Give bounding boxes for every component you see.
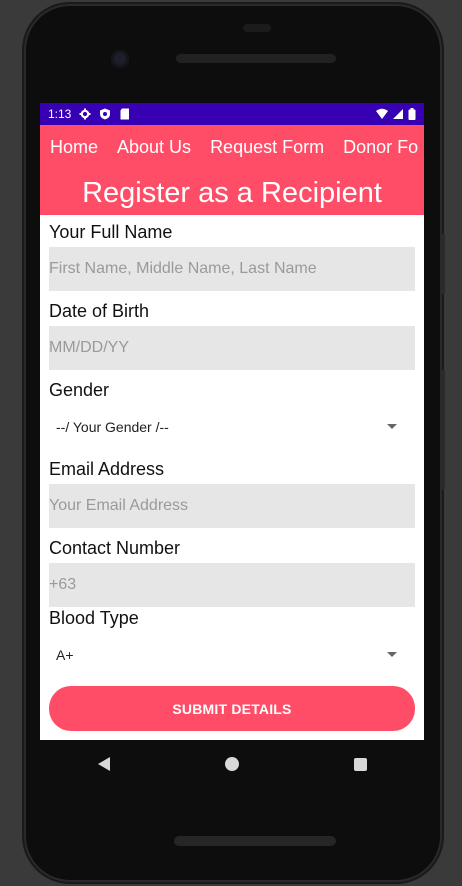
dropdown-arrow-icon [387, 424, 397, 429]
status-time: 1:13 [48, 107, 72, 121]
dob-field[interactable]: MM/DD/YY [49, 326, 415, 370]
settings-icon [79, 108, 91, 120]
blood-type-label: Blood Type [49, 608, 139, 628]
submit-button[interactable]: SUBMIT DETAILS [49, 686, 415, 731]
volume-button [441, 234, 445, 294]
blood-type-value: A+ [56, 647, 74, 663]
home-icon[interactable] [224, 757, 239, 771]
shield-icon [99, 108, 111, 120]
signal-icon [392, 108, 404, 120]
full-name-placeholder: First Name, Middle Name, Last Name [49, 260, 317, 277]
email-label: Email Address [49, 459, 165, 479]
back-icon[interactable] [97, 757, 110, 771]
status-bar: 1:13 [40, 103, 424, 125]
battery-icon [408, 108, 416, 120]
page-title: Register as a Recipient [82, 177, 382, 209]
front-camera [111, 50, 129, 68]
recipient-form: Your Full Name First Name, Middle Name, … [40, 215, 424, 731]
sd-card-icon [119, 108, 131, 120]
contact-field[interactable]: +63 [49, 563, 415, 607]
contact-placeholder: +63 [49, 576, 77, 593]
recents-icon[interactable] [353, 757, 367, 771]
full-name-label: Your Full Name [49, 222, 173, 242]
top-speaker [176, 54, 336, 63]
app-screen: 1:13 Home About Us Request Form Donor Fo… [40, 103, 424, 740]
contact-label: Contact Number [49, 538, 181, 558]
dob-label: Date of Birth [49, 301, 150, 321]
gender-label: Gender [49, 380, 110, 400]
system-nav-bar [40, 740, 424, 788]
top-nav: Home About Us Request Form Donor Fo [40, 125, 424, 158]
gender-select[interactable]: --/ Your Gender /-- [49, 405, 415, 449]
full-name-field[interactable]: First Name, Middle Name, Last Name [49, 247, 415, 291]
bottom-speaker [174, 836, 336, 846]
dob-placeholder: MM/DD/YY [49, 339, 129, 356]
nav-home[interactable]: Home [50, 137, 98, 158]
nav-request-form[interactable]: Request Form [210, 137, 324, 158]
email-placeholder: Your Email Address [49, 497, 189, 514]
wifi-icon [376, 108, 388, 120]
email-field[interactable]: Your Email Address [49, 484, 415, 528]
dropdown-arrow-icon [387, 652, 397, 657]
gender-value: --/ Your Gender /-- [56, 419, 169, 435]
nav-donor-form[interactable]: Donor Fo [343, 137, 418, 158]
power-button [441, 370, 445, 490]
blood-type-select[interactable]: A+ [49, 633, 415, 677]
app-header: Home About Us Request Form Donor Fo Regi… [40, 125, 424, 215]
nav-about-us[interactable]: About Us [117, 137, 191, 158]
earpiece-slot [243, 24, 271, 32]
